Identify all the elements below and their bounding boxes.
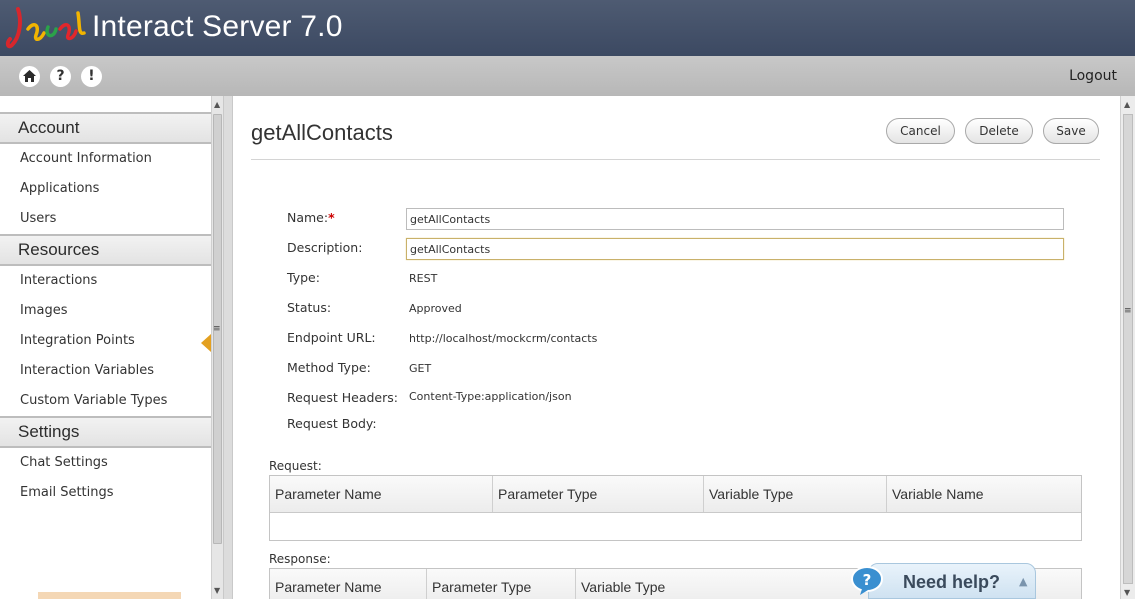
request-grid: Parameter Name Parameter Type Variable T… <box>269 475 1082 541</box>
endpoint-label: Endpoint URL: <box>287 330 376 345</box>
sidebar-item-images[interactable]: Images <box>0 296 211 326</box>
toolbar: ? ! Logout <box>0 56 1135 96</box>
delete-button[interactable]: Delete <box>965 118 1033 144</box>
response-col-parameter-type[interactable]: Parameter Type <box>427 569 576 599</box>
page-scrollbar[interactable]: ▲ ≡ ▼ <box>1120 96 1135 599</box>
request-grid-header: Parameter Name Parameter Type Variable T… <box>270 476 1081 513</box>
type-value: REST <box>409 272 438 285</box>
description-input[interactable] <box>406 238 1064 260</box>
sidebar-item-email-settings[interactable]: Email Settings <box>0 478 211 508</box>
home-icon[interactable] <box>19 66 40 87</box>
alert-icon[interactable]: ! <box>81 66 102 87</box>
response-section-label: Response: <box>269 552 331 566</box>
page-grip-icon: ≡ <box>1124 306 1132 316</box>
logout-link[interactable]: Logout <box>1069 68 1117 84</box>
name-input[interactable] <box>406 208 1064 230</box>
sidebar-scrollbar[interactable]: ▲ ≡ ▼ <box>211 96 223 599</box>
scroll-up-icon[interactable]: ▲ <box>214 100 220 109</box>
active-item-marker <box>201 334 211 352</box>
sidebar-item-interaction-variables[interactable]: Interaction Variables <box>0 356 211 386</box>
chevron-up-icon[interactable]: ▲ <box>1019 575 1027 588</box>
sidebar-item-chat-settings[interactable]: Chat Settings <box>0 448 211 478</box>
request-col-parameter-name[interactable]: Parameter Name <box>270 476 493 512</box>
app-header: Interact Server 7.0 <box>0 0 1135 56</box>
help-icon[interactable]: ? <box>50 66 71 87</box>
sidebar-item-custom-variable-types[interactable]: Custom Variable Types <box>0 386 211 416</box>
request-headers-value: Content-Type:application/json <box>409 390 572 403</box>
sidebar: Account Account Information Applications… <box>0 96 211 599</box>
name-label: Name:* <box>287 210 335 225</box>
request-col-variable-name[interactable]: Variable Name <box>887 476 1081 512</box>
page-scroll-down-icon[interactable]: ▼ <box>1124 588 1130 597</box>
response-col-parameter-name[interactable]: Parameter Name <box>270 569 427 599</box>
app-title: Interact Server 7.0 <box>92 10 343 43</box>
cancel-button[interactable]: Cancel <box>886 118 955 144</box>
status-label: Status: <box>287 300 332 315</box>
endpoint-value: http://localhost/mockcrm/contacts <box>409 332 598 345</box>
request-body-label: Request Body: <box>287 416 377 431</box>
help-bubble-glyph: ? <box>863 571 872 589</box>
required-mark: * <box>328 210 335 225</box>
request-grid-body <box>270 513 1081 540</box>
type-label: Type: <box>287 270 320 285</box>
sidebar-group-settings[interactable]: Settings <box>0 416 211 448</box>
panel-splitter[interactable] <box>223 96 233 599</box>
method-value: GET <box>409 362 432 375</box>
request-section-label: Request: <box>269 459 322 473</box>
page-scroll-up-icon[interactable]: ▲ <box>1124 100 1130 109</box>
description-label: Description: <box>287 240 363 255</box>
scroll-down-icon[interactable]: ▼ <box>214 586 220 595</box>
sidebar-group-account[interactable]: Account <box>0 112 211 144</box>
jacada-logo <box>5 7 86 49</box>
sidebar-item-account-information[interactable]: Account Information <box>0 144 211 174</box>
need-help-widget[interactable]: Need help? ▲ <box>868 563 1036 599</box>
need-help-label[interactable]: Need help? <box>903 572 1000 593</box>
request-headers-label: Request Headers: <box>287 390 398 405</box>
page-title: getAllContacts <box>251 120 393 145</box>
sidebar-item-integration-points[interactable]: Integration Points <box>0 326 211 356</box>
request-col-parameter-type[interactable]: Parameter Type <box>493 476 704 512</box>
method-label: Method Type: <box>287 360 371 375</box>
sidebar-group-resources[interactable]: Resources <box>0 234 211 266</box>
sidebar-item-users[interactable]: Users <box>0 204 211 234</box>
request-col-variable-type[interactable]: Variable Type <box>704 476 887 512</box>
response-col-variable-type[interactable]: Variable Type <box>576 569 882 599</box>
page-scroll-thumb[interactable] <box>1123 114 1133 584</box>
help-bubble-icon[interactable]: ? <box>850 566 884 596</box>
save-button[interactable]: Save <box>1043 118 1099 144</box>
title-divider <box>251 159 1100 160</box>
grip-icon: ≡ <box>213 324 221 334</box>
sidebar-bottom-bar <box>38 592 181 599</box>
status-value: Approved <box>409 302 462 315</box>
sidebar-item-applications[interactable]: Applications <box>0 174 211 204</box>
sidebar-item-interactions[interactable]: Interactions <box>0 266 211 296</box>
